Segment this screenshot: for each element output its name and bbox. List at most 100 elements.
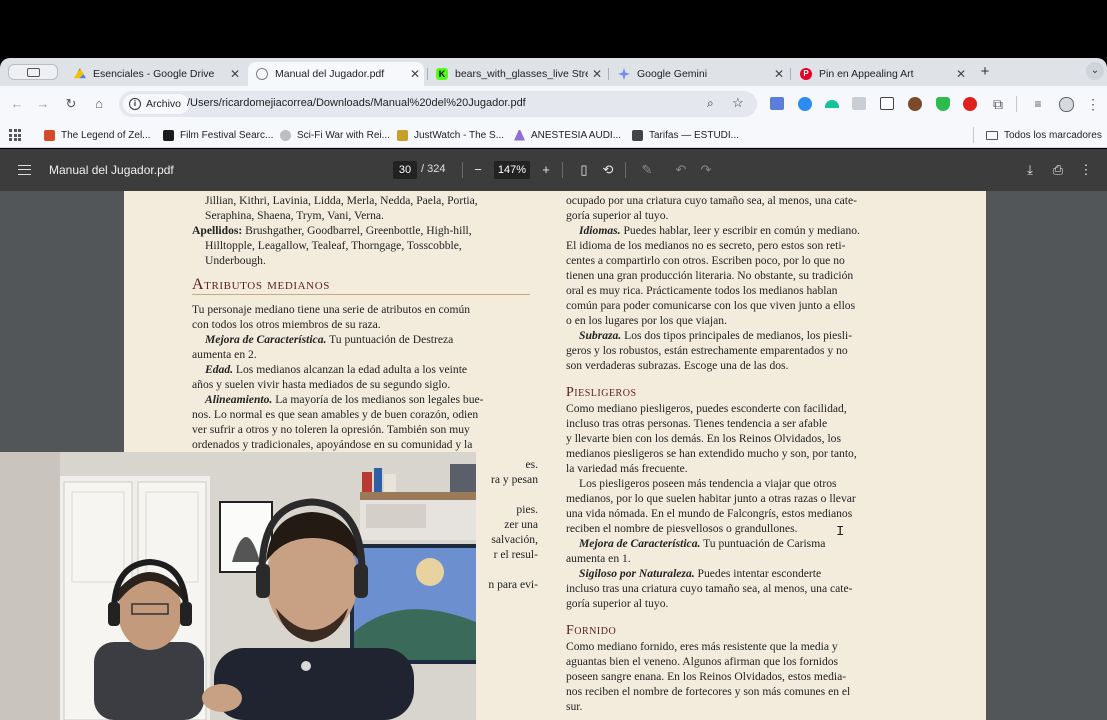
pinterest-icon: P	[800, 68, 812, 80]
text-line: años y suelen vivir hasta mediados de su…	[192, 378, 451, 391]
zoom-in-icon[interactable]: +	[537, 161, 555, 179]
shield-extension-icon[interactable]	[936, 97, 950, 111]
text-line: aumenta en 2.	[192, 348, 257, 361]
folder-icon	[986, 130, 998, 140]
text-span: Los medianos alcanzan la edad adulta a l…	[233, 363, 468, 376]
text-fragment: pies.	[516, 503, 538, 516]
bookmark-justwatch[interactable]: JustWatch - The S...	[397, 127, 504, 143]
top-black-bar	[0, 0, 1107, 58]
all-bookmarks-label: Todos los marcadores	[1004, 129, 1102, 141]
text-span: Tu puntuación de Carisma	[700, 537, 826, 550]
home-icon[interactable]: ⌂	[90, 95, 108, 113]
download-icon[interactable]: ⤓	[1021, 161, 1039, 179]
grammar-extension-icon[interactable]	[825, 100, 839, 108]
opera-extension-icon[interactable]	[963, 97, 977, 111]
label: Alineamiento.	[205, 393, 273, 406]
screen: { "browser": { "tabs": [ {"title": "Esen…	[0, 0, 1107, 720]
text-line: Subraza. Los dos tipos principales de me…	[566, 328, 911, 343]
bookmark-sci-fi-war[interactable]: Sci-Fi War with Rei...	[280, 127, 390, 143]
tab-manual-del-jugador[interactable]: Manual del Jugador.pdf ✕	[248, 62, 424, 86]
google-drive-icon	[74, 68, 86, 79]
screen-extension-icon[interactable]	[880, 97, 894, 110]
bookmark-film-festival[interactable]: Film Festival Searc...	[163, 127, 273, 143]
cookie-extension-icon[interactable]	[908, 97, 922, 111]
all-bookmarks-folder[interactable]: Todos los marcadores	[986, 127, 1102, 143]
profile-avatar-icon[interactable]	[1059, 97, 1074, 112]
bookmark-anestesia-audio[interactable]: ANESTESIA AUDI...	[514, 127, 621, 143]
bookmark-label: Film Festival Searc...	[180, 129, 274, 141]
text-line: El idioma de los medianos no es secreto,…	[566, 239, 846, 252]
text-line: Edad. Los medianos alcanzan la edad adul…	[192, 362, 537, 377]
text-cursor-icon: I	[836, 524, 845, 540]
shazam-extension-icon[interactable]	[798, 97, 812, 111]
tab-separator	[790, 68, 791, 80]
bookmark-label: The Legend of Zel...	[61, 129, 151, 141]
new-tab-button[interactable]: +	[976, 63, 994, 81]
tab-pinterest[interactable]: P Pin en Appealing Art ✕	[792, 62, 970, 86]
text-line: geros y los robustos, están estrechament…	[566, 344, 848, 357]
fit-page-icon[interactable]: ▯	[575, 161, 593, 179]
close-icon[interactable]: ✕	[770, 67, 788, 81]
text-line: oral es muy rica. Prácticamente todos lo…	[566, 284, 838, 297]
tab-search-button[interactable]	[8, 64, 58, 80]
undo-icon[interactable]: ↶	[672, 161, 690, 179]
anestesia-favicon-icon	[514, 129, 525, 141]
bookmark-legend-of-zelda[interactable]: The Legend of Zel...	[44, 127, 151, 143]
zoom-out-icon[interactable]: −	[469, 161, 487, 179]
browser-menu-icon[interactable]: ⋮	[1084, 95, 1102, 113]
url-text[interactable]: /Users/ricardomejiacorrea/Downloads/Manu…	[187, 97, 526, 109]
tab-title: Pin en Appealing Art	[819, 68, 914, 80]
text-line: Mejora de Característica. Tu puntuación …	[566, 536, 911, 551]
picture-extension-icon[interactable]	[852, 97, 866, 110]
text-line: común para poder comunicarse con los que…	[566, 299, 856, 312]
zoom-icon[interactable]: ⌕	[707, 96, 714, 111]
rotate-icon[interactable]: ⟲	[599, 161, 617, 179]
forward-icon[interactable]: →	[34, 95, 52, 113]
text-line: ver sufrir a otros y no toleren la opres…	[192, 423, 470, 436]
label: Apellidos:	[192, 224, 243, 237]
tab-title: Esenciales - Google Drive	[93, 68, 215, 80]
print-icon[interactable]: ⎙	[1049, 161, 1067, 179]
close-icon[interactable]: ✕	[226, 67, 244, 81]
bookmark-tarifas[interactable]: Tarifas — ESTUDI...	[632, 127, 739, 143]
text-line: Sigiloso por Naturaleza. Puedes intentar…	[566, 566, 911, 581]
close-icon[interactable]: ✕	[588, 67, 606, 81]
extensions-puzzle-icon[interactable]: ⧉	[989, 95, 1007, 113]
tab-kick-stream[interactable]: K bears_with_glasses_live Stre ✕	[428, 62, 606, 86]
media-queue-icon[interactable]: ≡	[1029, 95, 1047, 113]
tab-search-icon	[27, 68, 40, 77]
apps-grid-icon[interactable]	[9, 129, 21, 141]
annotate-icon[interactable]: ✎	[638, 161, 656, 179]
text-line: Hilltopple, Leagallow, Tealeaf, Thorngag…	[205, 239, 462, 252]
page-number-input[interactable]: 30	[393, 161, 417, 179]
reload-icon[interactable]: ↻	[62, 95, 80, 113]
text-line: Underbough.	[205, 254, 266, 267]
webcam-image	[0, 452, 476, 720]
translate-extension-icon[interactable]	[770, 97, 784, 110]
text-line: o en los lugares por los que viajan.	[566, 314, 727, 327]
section-heading-block: Atributos medianos	[192, 277, 537, 295]
label: Edad.	[205, 363, 234, 376]
site-info-chip[interactable]: i Archivo	[123, 94, 190, 114]
webcam-overlay	[0, 452, 476, 720]
address-bar[interactable]: i Archivo /Users/ricardomejiacorrea/Down…	[119, 91, 757, 117]
text-line: Jillian, Kithri, Lavinia, Lidda, Merla, …	[205, 194, 478, 207]
menu-icon[interactable]	[18, 165, 31, 175]
tab-google-drive[interactable]: Esenciales - Google Drive ✕	[66, 62, 244, 86]
redo-icon[interactable]: ↷	[697, 161, 715, 179]
more-options-icon[interactable]: ⋮	[1077, 161, 1095, 179]
bookmark-label: Tarifas — ESTUDI...	[649, 129, 740, 141]
back-icon[interactable]: ←	[8, 95, 26, 113]
text-line: medianos, por lo que suelen habitar junt…	[566, 492, 856, 505]
tab-google-gemini[interactable]: Google Gemini ✕	[610, 62, 788, 86]
close-icon[interactable]: ✕	[952, 67, 970, 81]
label: Subraza.	[579, 329, 622, 342]
close-icon[interactable]: ✕	[406, 67, 424, 81]
bookmark-star-icon[interactable]: ☆	[732, 95, 744, 111]
text-line: medianos piesligeros se han extendido mu…	[566, 447, 857, 460]
text-fragment	[476, 487, 538, 502]
zoom-input[interactable]: 147%	[494, 161, 530, 179]
text-line: Tu personaje mediano tiene una serie de …	[192, 303, 471, 316]
text-span: Puedes hablar, leer y escribir en común …	[620, 224, 860, 237]
tab-list-button[interactable]: ⌄	[1086, 62, 1104, 80]
